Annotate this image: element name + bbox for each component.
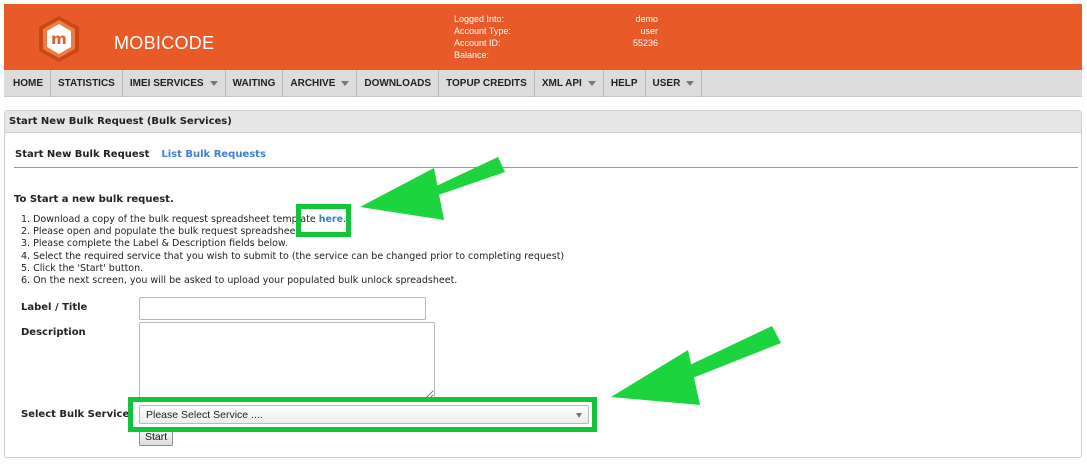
account-value-type: user (640, 26, 658, 36)
nav-label: DOWNLOADS (364, 77, 432, 89)
chevron-down-icon (209, 81, 218, 86)
tab-list-bulk-requests[interactable]: List Bulk Requests (161, 149, 278, 160)
chevron-down-icon (341, 81, 350, 86)
nav-label: STATISTICS (58, 77, 115, 89)
account-value-id: 55236 (632, 38, 658, 48)
step-text: 1. Download a copy of the bulk request s… (21, 214, 319, 225)
mobicode-logo-icon[interactable]: m (37, 15, 81, 63)
highlight-box-service-select (128, 397, 597, 432)
nav-label: ARCHIVE (290, 77, 336, 89)
nav-label: IMEI SERVICES (129, 77, 204, 89)
account-label-type: Account Type: (454, 26, 511, 36)
nav-label: HELP (610, 77, 638, 89)
select-bulk-service-label: Select Bulk Service (21, 409, 130, 420)
label-title-label: Label / Title (21, 302, 88, 313)
main-nav: HOME STATISTICS IMEI SERVICES WAITING AR… (4, 69, 1082, 97)
nav-label: USER (652, 77, 681, 89)
list-item: 5. Click the 'Start' button. (21, 262, 144, 274)
nav-imei-services[interactable]: IMEI SERVICES (123, 69, 226, 97)
chevron-down-icon (686, 81, 695, 86)
description-textarea[interactable] (139, 322, 435, 400)
brand-name: MOBICODE (114, 33, 215, 53)
nav-downloads[interactable]: DOWNLOADS (357, 69, 440, 97)
description-label: Description (21, 327, 86, 338)
chevron-down-icon (587, 81, 596, 86)
list-item: 2. Please open and populate the bulk req… (21, 226, 303, 238)
label-title-input[interactable] (139, 297, 426, 320)
nav-archive[interactable]: ARCHIVE (283, 69, 358, 97)
nav-label: HOME (13, 77, 43, 89)
nav-home[interactable]: HOME (6, 69, 51, 97)
tab-start-new-bulk-request[interactable]: Start New Bulk Request (15, 149, 161, 160)
list-item: 4. Select the required service that you … (21, 250, 565, 262)
nav-statistics[interactable]: STATISTICS (51, 69, 123, 97)
list-item: 1. Download a copy of the bulk request s… (21, 214, 564, 226)
intro-title: To Start a new bulk request. (14, 194, 174, 205)
tab-divider (14, 167, 1078, 168)
nav-xml-api[interactable]: XML API (535, 69, 604, 97)
logo-letter: m (51, 30, 67, 48)
nav-topup-credits[interactable]: TOPUP CREDITS (439, 69, 535, 97)
app-header: m MOBICODE Logged Into: Account Type: Ac… (4, 4, 1082, 70)
instruction-steps: 1. Download a copy of the bulk request s… (21, 214, 564, 287)
panel-tabs: Start New Bulk Request List Bulk Request… (15, 149, 278, 160)
nav-label: XML API (541, 77, 582, 89)
nav-label: TOPUP CREDITS (446, 77, 527, 89)
list-item: 3. Please complete the Label & Descripti… (21, 238, 288, 250)
highlight-box-here-link (296, 204, 351, 237)
account-label-balance: Balance: (454, 50, 490, 60)
panel-title: Start New Bulk Request (Bulk Services) (5, 111, 1081, 133)
account-value-logged-into: demo (635, 14, 658, 24)
account-label-logged-into: Logged Into: (454, 14, 505, 24)
list-item: 6. On the next screen, you will be asked… (21, 275, 458, 287)
nav-help[interactable]: HELP (604, 69, 646, 97)
nav-label: WAITING (232, 77, 276, 89)
nav-waiting[interactable]: WAITING (226, 69, 284, 97)
account-label-id: Account ID: (454, 38, 501, 48)
nav-user[interactable]: USER (646, 69, 703, 97)
